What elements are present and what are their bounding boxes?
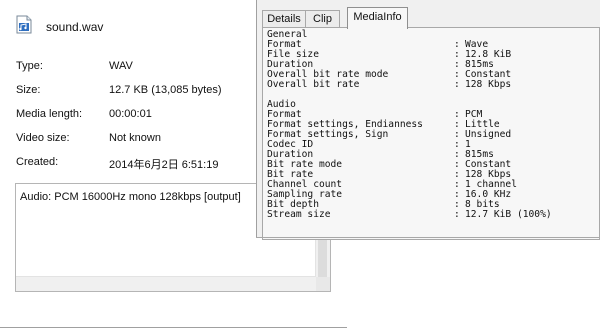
property-value: WAV: [109, 60, 133, 72]
property-value: 12.7 KB (13,085 bytes): [109, 84, 222, 96]
property-value: 00:00:01: [109, 108, 152, 120]
mediainfo-separator: :: [454, 209, 460, 220]
divider: [0, 327, 347, 328]
property-value: Not known: [109, 132, 161, 144]
tab-clip[interactable]: Clip: [305, 10, 340, 27]
property-label: Created:: [16, 156, 59, 168]
tab-strip: Details Clip MediaInfo: [257, 0, 600, 29]
tab-mediainfo[interactable]: MediaInfo: [347, 7, 408, 29]
property-label: Video size:: [16, 132, 70, 144]
mediainfo-separator: :: [454, 79, 460, 90]
mediainfo-key: Overall bit rate: [267, 79, 360, 90]
mediainfo-value: 128 Kbps: [465, 79, 512, 90]
mediainfo-key: Stream size: [267, 209, 331, 220]
property-label: Media length:: [16, 108, 83, 120]
window-bottom-edge: [256, 237, 600, 238]
horizontal-scrollbar[interactable]: [16, 276, 316, 291]
mediainfo-tab-page: General Format: Wave File size:12.8 KiB Dur…: [262, 27, 600, 240]
mediainfo-window: Details Clip MediaInfo General Format: Wa…: [256, 0, 600, 240]
file-name: sound.wav: [46, 20, 104, 34]
property-label: Size:: [16, 84, 41, 96]
mediainfo-value: 12.7 KiB (100%): [465, 209, 552, 220]
property-label: Type:: [16, 60, 43, 72]
mediainfo-value: Unsigned: [465, 129, 512, 140]
scrollbar-corner: [316, 277, 330, 291]
audio-file-icon: [16, 15, 32, 34]
tab-details[interactable]: Details: [262, 10, 306, 27]
summary-text: Audio: PCM 16000Hz mono 128kbps [output]: [20, 191, 241, 203]
property-value: 2014年6月2日 6:51:19: [109, 159, 219, 171]
